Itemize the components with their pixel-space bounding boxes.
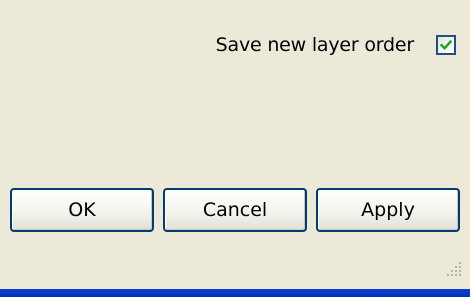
resize-grip-icon[interactable] bbox=[444, 259, 464, 279]
dialog-button-row: OK Cancel Apply bbox=[10, 188, 460, 232]
save-layer-order-checkbox[interactable] bbox=[436, 35, 456, 55]
checkmark-icon bbox=[440, 39, 452, 51]
save-layer-order-option[interactable]: Save new layer order bbox=[216, 34, 456, 56]
layer-order-dialog: Save new layer order OK Cancel Apply bbox=[0, 0, 470, 289]
save-layer-order-label[interactable]: Save new layer order bbox=[216, 34, 415, 56]
ok-button[interactable]: OK bbox=[10, 188, 154, 232]
apply-button[interactable]: Apply bbox=[316, 188, 460, 232]
taskbar-edge bbox=[0, 289, 470, 297]
cancel-button[interactable]: Cancel bbox=[163, 188, 307, 232]
